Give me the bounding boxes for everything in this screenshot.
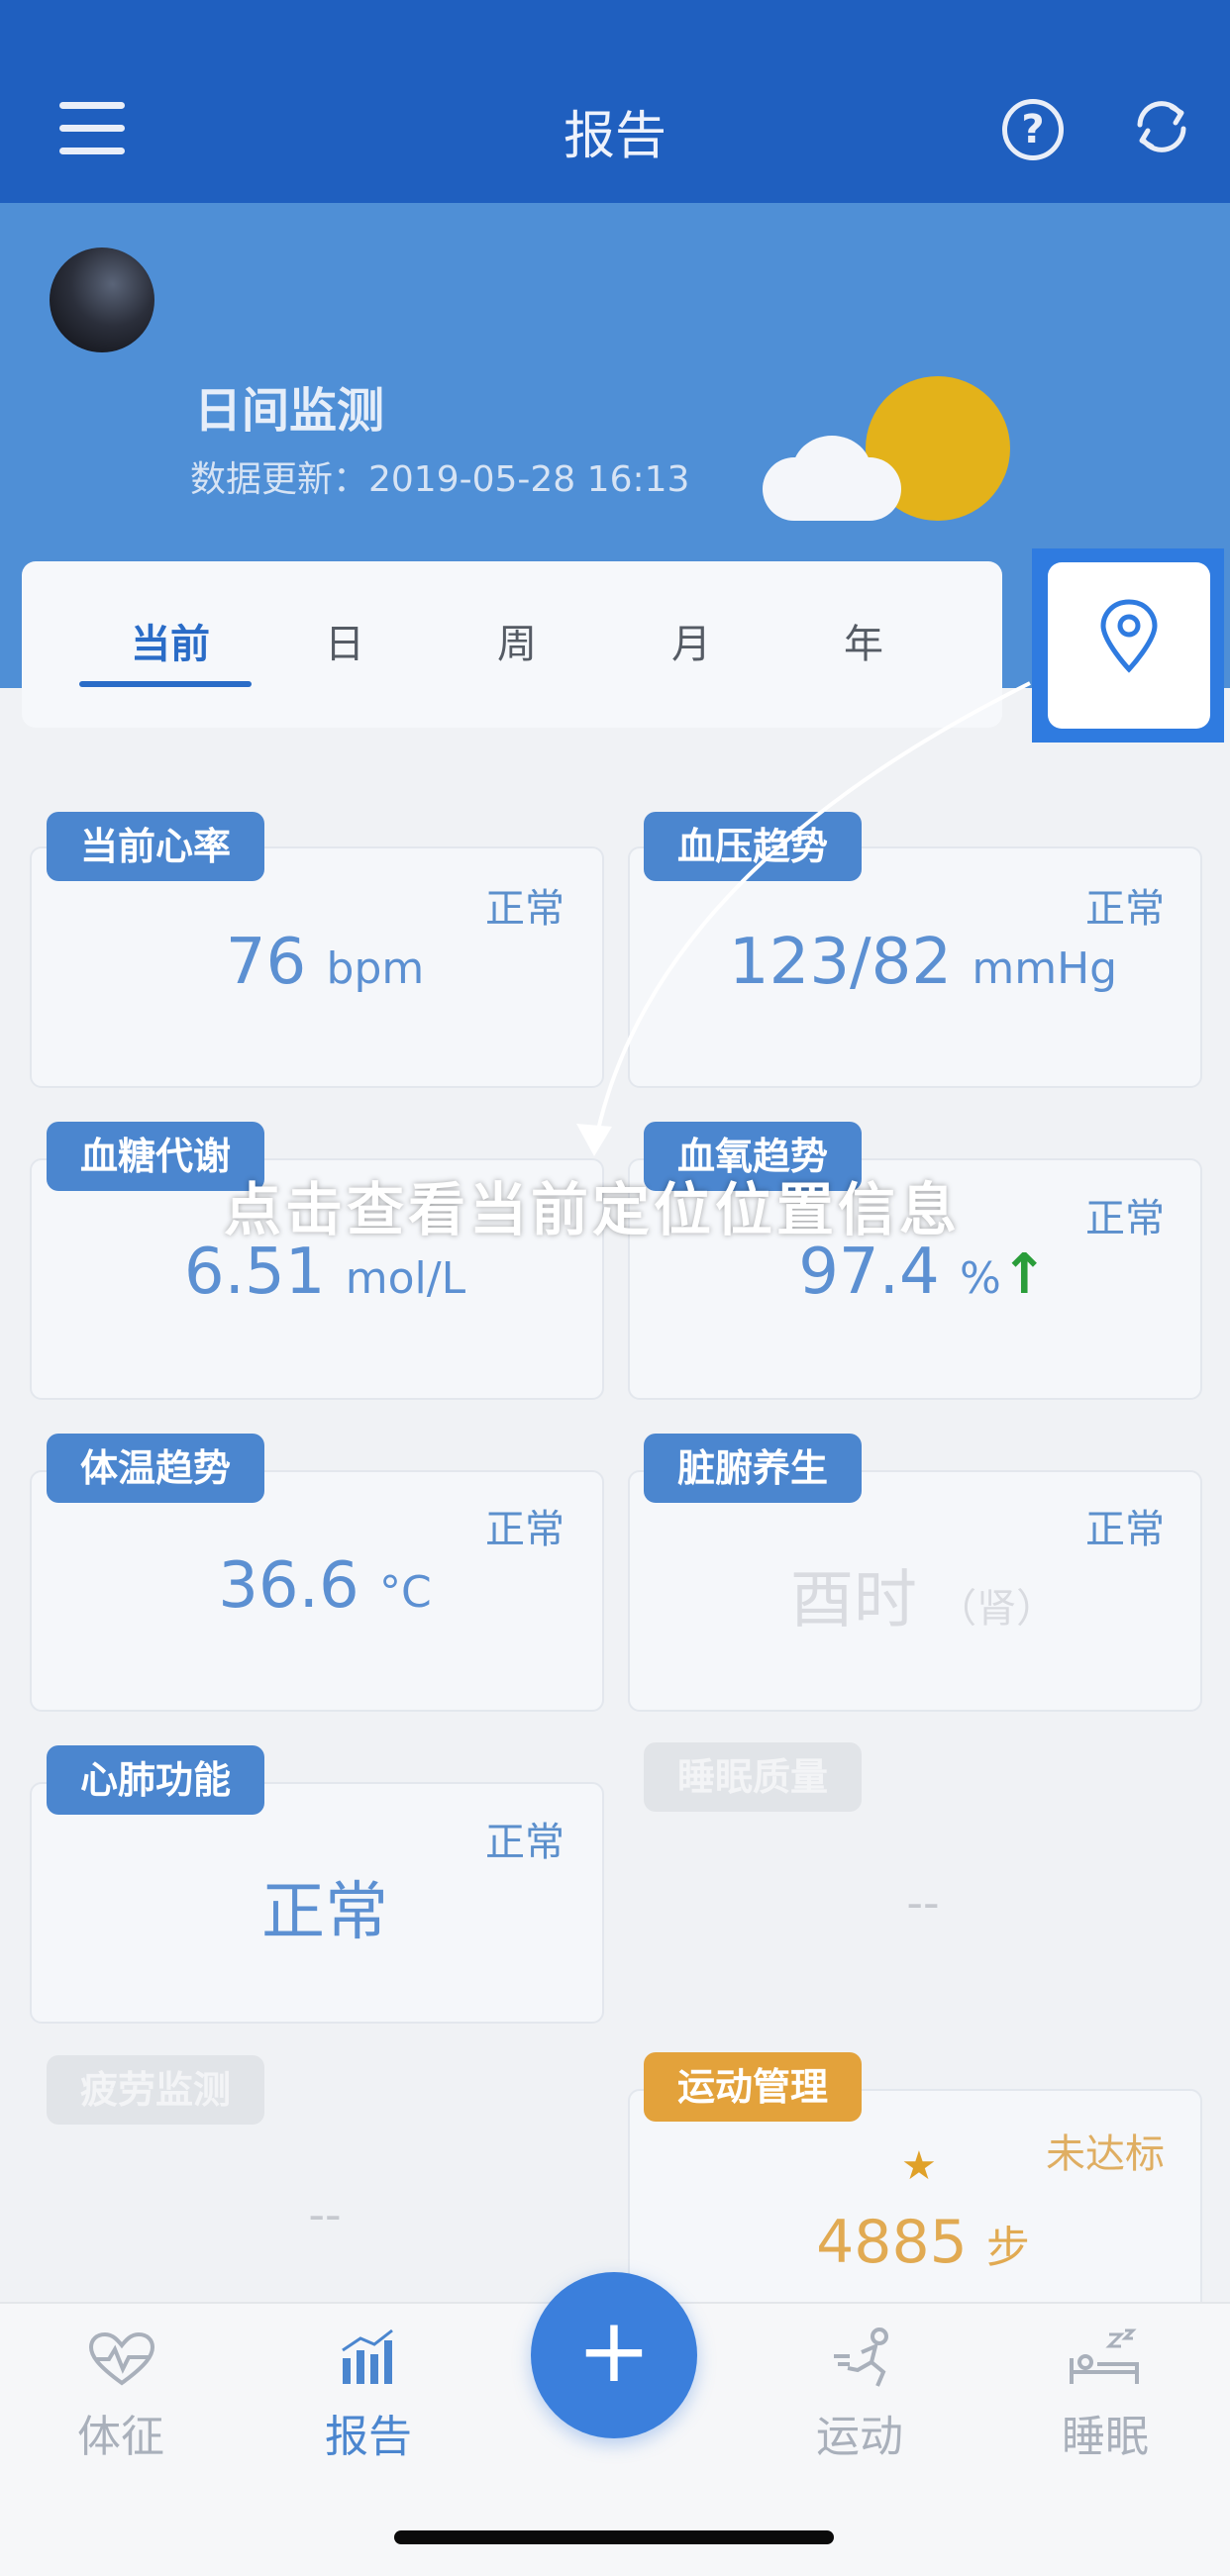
nav-item-sleep[interactable]: 睡眠	[1006, 2401, 1204, 2464]
heart-pulse-icon	[88, 2331, 155, 2386]
home-indicator	[394, 2530, 834, 2544]
nav-item-exercise[interactable]: 运动	[761, 2401, 959, 2464]
nav-item-vitals[interactable]: 体征	[22, 2401, 220, 2464]
running-icon	[834, 2328, 888, 2387]
bar-chart-icon	[342, 2328, 393, 2384]
nav-item-report[interactable]: 报告	[269, 2401, 467, 2464]
guide-arrow	[576, 681, 1031, 1156]
instruction-text: 点击查看当前定位位置信息	[224, 1176, 962, 1243]
add-button[interactable]: +	[531, 2272, 697, 2438]
sleep-bed-icon	[1070, 2328, 1139, 2384]
